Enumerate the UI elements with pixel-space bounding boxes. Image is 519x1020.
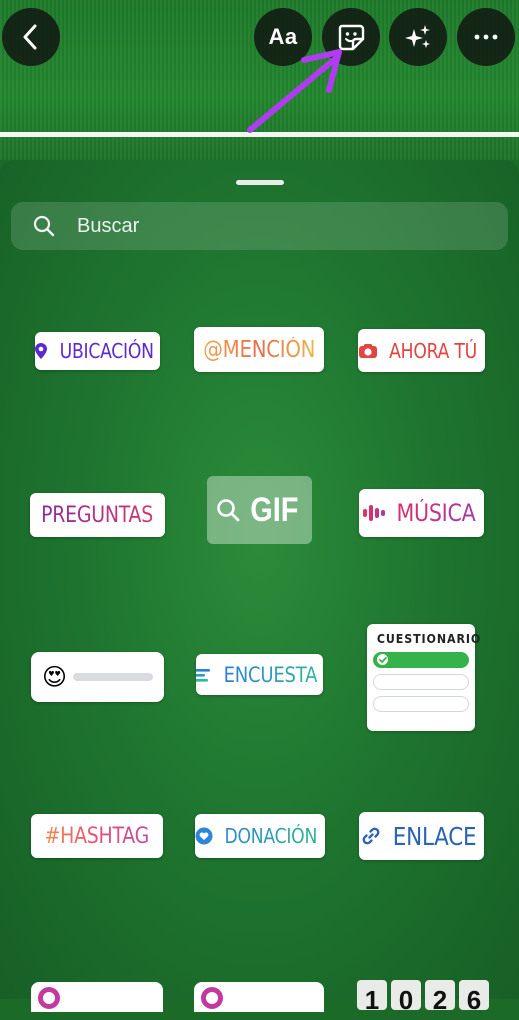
- hashtag-sticker[interactable]: #HASHTAG: [31, 814, 163, 858]
- donation-sticker[interactable]: DONACIÓN: [195, 814, 325, 858]
- mention-sticker[interactable]: @MENCIÓN: [194, 327, 324, 372]
- text-tool-label: Aa: [268, 24, 298, 49]
- link-sticker[interactable]: ENLACE: [359, 812, 484, 860]
- poll-lines-icon: [196, 668, 212, 682]
- effects-button[interactable]: [389, 8, 447, 66]
- pitch-line: [0, 132, 519, 137]
- more-icon: [474, 34, 498, 40]
- quiz-sticker[interactable]: CUESTIONARIO: [367, 624, 482, 731]
- clock-digit: 6: [459, 980, 489, 1015]
- slider-track: [73, 673, 154, 681]
- sticker-icon: [338, 24, 365, 51]
- emoji-slider-sticker[interactable]: 😍: [31, 652, 164, 702]
- heart-ring-icon: [38, 987, 60, 1009]
- search-icon: [217, 499, 240, 522]
- gif-sticker[interactable]: GIF: [207, 476, 312, 544]
- countdown-sticker-partial[interactable]: [31, 982, 163, 1012]
- hashtag-sticker-label: #HASHTAG: [44, 823, 150, 849]
- your-turn-sticker-label: AHORA TÚ: [389, 338, 478, 363]
- sticker-tray: Buscar UBICACIÓN @MENCIÓN AHORA TÚ PREGU…: [0, 160, 519, 1015]
- location-sticker[interactable]: UBICACIÓN: [35, 332, 160, 370]
- back-button[interactable]: [2, 8, 60, 66]
- music-sticker[interactable]: MÚSICA: [359, 489, 484, 537]
- poll-sticker-label: ENCUESTA: [223, 662, 318, 687]
- quiz-option: [373, 696, 469, 712]
- donation-sticker-label: DONACIÓN: [224, 824, 318, 848]
- quiz-option: [373, 674, 469, 690]
- questions-sticker[interactable]: PREGUNTAS: [30, 493, 165, 537]
- search-icon: [33, 215, 55, 237]
- heart-ring-icon: [201, 987, 223, 1009]
- sparkles-icon: [405, 25, 430, 48]
- link-sticker-label: ENLACE: [392, 821, 477, 851]
- your-turn-sticker[interactable]: AHORA TÚ: [358, 329, 485, 372]
- location-pin-icon: [35, 342, 48, 360]
- slider-emoji: 😍: [41, 663, 68, 691]
- text-tool-button[interactable]: Aa: [254, 8, 312, 66]
- music-sticker-label: MÚSICA: [395, 499, 476, 527]
- poll-sticker[interactable]: ENCUESTA: [196, 654, 323, 695]
- search-placeholder: Buscar: [77, 214, 140, 237]
- gif-sticker-label: GIF: [250, 490, 299, 529]
- questions-sticker-label: PREGUNTAS: [41, 502, 154, 528]
- location-sticker-label: UBICACIÓN: [59, 339, 154, 363]
- sticker-search-bar[interactable]: Buscar: [11, 202, 508, 250]
- link-icon: [360, 825, 382, 847]
- back-chevron-icon: [23, 24, 37, 50]
- quiz-option-correct: [373, 652, 469, 668]
- check-icon: [377, 654, 388, 665]
- sticker-tool-button[interactable]: [322, 8, 380, 66]
- donation-heart-icon: [195, 827, 213, 845]
- mention-sticker-label: @MENCIÓN: [202, 336, 316, 363]
- quiz-sticker-title: CUESTIONARIO: [376, 632, 482, 646]
- clock-digit: 0: [391, 980, 421, 1015]
- clock-digit: 1: [357, 980, 387, 1015]
- audio-wave-icon: [362, 503, 386, 523]
- camera-icon: [358, 343, 378, 359]
- clock-digit: 2: [425, 980, 455, 1015]
- time-sticker-partial[interactable]: 1 0 2 6: [357, 980, 489, 1015]
- more-options-button[interactable]: [457, 8, 515, 66]
- sticker-partial[interactable]: [194, 982, 324, 1012]
- sheet-grabber[interactable]: [236, 180, 284, 185]
